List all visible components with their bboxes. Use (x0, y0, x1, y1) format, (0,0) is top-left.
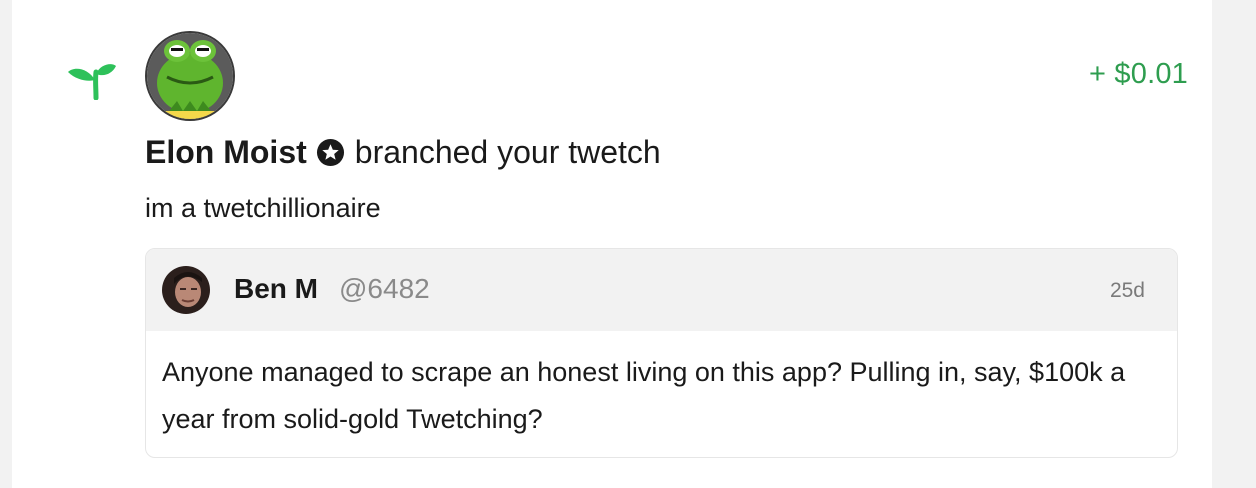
verified-star-icon (316, 138, 344, 166)
quoted-author-avatar[interactable] (162, 266, 210, 314)
action-text: branched your twetch (354, 134, 661, 170)
notification-headline: Elon Moist branched your twetch (145, 131, 661, 173)
quoted-author-name[interactable]: Ben M (234, 271, 318, 307)
quoted-post-header: Ben M @6482 25d (146, 249, 1177, 331)
earnings-amount: + $0.01 (1089, 58, 1188, 90)
person-avatar-image (162, 266, 210, 314)
notification-card[interactable]: + $0.01 Elon Moist branched your twetch … (12, 0, 1212, 488)
quoted-post-text: Anyone managed to scrape an honest livin… (162, 357, 1126, 434)
quoted-post[interactable]: Ben M @6482 25d Anyone managed to scrape… (145, 248, 1178, 458)
sprout-icon (68, 64, 116, 100)
branch-message: im a twetchillionaire (145, 193, 381, 223)
frog-avatar-image (147, 33, 233, 119)
quoted-author-handle[interactable]: @6482 (339, 271, 430, 307)
actor-avatar[interactable] (145, 31, 235, 121)
quoted-post-age: 25d (1109, 279, 1145, 302)
actor-name[interactable]: Elon Moist (145, 131, 307, 173)
